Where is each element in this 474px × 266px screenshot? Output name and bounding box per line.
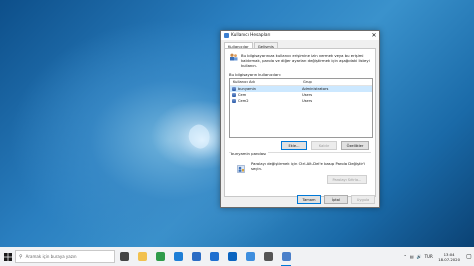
user-icon — [232, 99, 236, 103]
remove-user-button[interactable]: Kaldır — [311, 141, 337, 150]
user-password-icon — [237, 165, 245, 173]
user-accounts-dialog: Kullanıcı Hesapları ✕ Kullanıcılar Geliş… — [220, 30, 380, 208]
outlook-taskbar-button[interactable] — [223, 247, 241, 266]
file-explorer-taskbar-button[interactable] — [133, 247, 151, 266]
user-accounts-icon — [281, 252, 291, 261]
search-placeholder: Aramak için buraya yazın — [25, 254, 77, 259]
row-username: bunyamin — [238, 87, 256, 91]
user-accounts-taskbar-button[interactable] — [277, 247, 295, 266]
row-group: Administrators — [302, 87, 329, 91]
mail-taskbar-button[interactable] — [205, 247, 223, 266]
apply-button[interactable]: Uygula — [351, 195, 375, 204]
outlook-icon — [227, 252, 237, 261]
dialog-title: Kullanıcı Hesapları — [231, 33, 271, 38]
task-view-icon — [119, 252, 129, 261]
table-row[interactable]: Cem2 Users — [230, 98, 372, 104]
chrome-taskbar-button[interactable] — [151, 247, 169, 266]
store-icon — [191, 252, 201, 261]
password-instructions: Parolayı değiştirmek için Ctrl-Alt-Del'e… — [251, 161, 366, 171]
edge-taskbar-button[interactable] — [169, 247, 187, 266]
column-header-group[interactable]: Grup — [303, 80, 372, 84]
chrome-icon — [155, 252, 165, 261]
control-panel-icon — [245, 252, 255, 261]
cancel-button[interactable]: İptal — [324, 195, 348, 204]
add-user-button[interactable]: Ekle... — [281, 141, 307, 150]
user-accounts-app-icon — [224, 33, 229, 38]
properties-button[interactable]: Özellikler — [341, 141, 369, 150]
search-icon: ⚲ — [19, 253, 23, 260]
user-action-buttons: Ekle... Kaldır Özellikler — [281, 141, 369, 150]
chevron-up-icon[interactable]: ⌃ — [403, 254, 406, 259]
taskbar: ⚲ Aramak için buraya yazın ⌃ ▤ 🔊 TUR 13:… — [0, 247, 474, 266]
dialog-titlebar: Kullanıcı Hesapları ✕ — [221, 31, 379, 40]
store-taskbar-button[interactable] — [187, 247, 205, 266]
volume-icon[interactable]: 🔊 — [417, 254, 422, 259]
intro-section: Bu bilgisayarınıza kullanıcı erişimine i… — [229, 53, 371, 68]
intro-text: Bu bilgisayarınıza kullanıcı erişimine i… — [241, 53, 370, 68]
user-icon — [232, 93, 236, 97]
taskbar-apps — [115, 247, 295, 266]
language-indicator[interactable]: TUR — [425, 254, 433, 259]
row-username: Cem2 — [238, 99, 249, 103]
start-button[interactable] — [0, 247, 15, 266]
close-button[interactable]: ✕ — [369, 31, 379, 40]
notification-center-icon[interactable]: ▢ — [464, 253, 474, 260]
column-header-username[interactable]: Kullanıcı Adı — [230, 80, 303, 84]
users-table-header: Kullanıcı Adı Grup — [230, 79, 372, 86]
dialog-footer: Tamam İptal Uygula — [297, 195, 375, 204]
clock-date: 18.07.2020 — [438, 256, 460, 262]
row-group: Users — [302, 99, 313, 103]
reset-password-button[interactable]: Parolayı Sıfırla... — [327, 175, 367, 184]
file-explorer-icon — [137, 252, 147, 261]
ok-button[interactable]: Tamam — [297, 195, 321, 204]
mail-icon — [209, 252, 219, 261]
users-list-label: Bu bilgisayarın kullanıcıları: — [229, 72, 282, 77]
system-tray: ⌃ ▤ 🔊 TUR 13:04 18.07.2020 ▢ — [402, 247, 474, 266]
users-table[interactable]: Kullanıcı Adı Grup bunyamin Administrato… — [229, 78, 373, 138]
users-group-icon — [229, 53, 238, 61]
control-panel-taskbar-button[interactable] — [241, 247, 259, 266]
clock[interactable]: 13:04 18.07.2020 — [438, 252, 460, 262]
users-tab-panel: Bu bilgisayarınıza kullanıcı erişimine i… — [224, 48, 376, 197]
network-icon[interactable]: ▤ — [410, 254, 414, 259]
settings-icon — [263, 252, 273, 261]
edge-icon — [173, 252, 183, 261]
settings-taskbar-button[interactable] — [259, 247, 277, 266]
row-username: Cem — [238, 93, 247, 97]
close-icon: ✕ — [371, 32, 377, 39]
taskbar-search-input[interactable]: ⚲ Aramak için buraya yazın — [15, 250, 115, 263]
password-group: bunyamin parolası Parolayı değiştirmek i… — [229, 151, 371, 193]
user-icon — [232, 87, 236, 91]
task-view-taskbar-button[interactable] — [115, 247, 133, 266]
row-group: Users — [302, 93, 313, 97]
windows-logo-icon — [3, 252, 12, 261]
password-group-title: bunyamin parolası — [231, 151, 269, 156]
